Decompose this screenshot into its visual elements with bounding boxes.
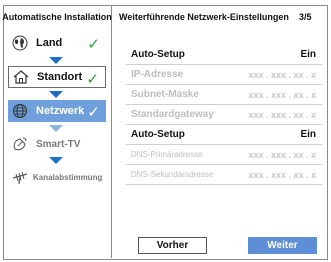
setting-value: Ein xyxy=(300,129,316,140)
back-button[interactable]: Vorher xyxy=(138,237,207,254)
house-icon xyxy=(12,68,30,86)
setting-dns-secondary[interactable]: DNS-Sekundäradresse xxx . xxx . xx . x xyxy=(126,165,322,185)
setting-default-gateway[interactable]: Standardgateway xxx . xxx . xx . x xyxy=(126,105,322,125)
setting-dns-auto-setup[interactable]: Auto-Setup Ein xyxy=(126,125,322,145)
setting-value: xxx . xxx . xx . x xyxy=(248,109,316,120)
sidebar-title: Automatische Installation xyxy=(2,12,112,22)
step-label: Kanalabstimmung xyxy=(33,172,103,182)
arrow-down-icon xyxy=(49,57,63,64)
globe-icon xyxy=(11,34,29,52)
setting-dns-primary[interactable]: DNS-Primäradresse xxx . xxx . xx . x xyxy=(126,145,322,165)
setting-label: IP-Adresse xyxy=(131,69,184,80)
setting-label: Auto-Setup xyxy=(131,49,185,60)
setting-auto-setup[interactable]: Auto-Setup Ein xyxy=(126,45,322,65)
setting-ip-address[interactable]: IP-Adresse xxx . xxx . xx . x xyxy=(126,65,322,85)
setting-label: DNS-Sekundäradresse xyxy=(131,170,214,179)
checkmark-icon: ✓ xyxy=(86,71,99,88)
next-button[interactable]: Weiter xyxy=(248,237,317,254)
step-label: Land xyxy=(36,37,63,49)
setting-value: xxx . xxx . xx . x xyxy=(248,149,316,160)
step-standort[interactable]: Standort ✓ xyxy=(8,66,106,88)
arrow-down-icon xyxy=(49,91,63,98)
setting-value: xxx . xxx . xx . x xyxy=(248,169,316,180)
network-globe-icon xyxy=(11,102,29,120)
step-kanalabstimmung[interactable]: Kanalabstimmung xyxy=(8,166,106,188)
antenna-icon xyxy=(11,168,29,186)
network-settings-list: Auto-Setup Ein IP-Adresse xxx . xxx . xx… xyxy=(126,45,322,185)
step-label: Netzwerk xyxy=(36,105,85,117)
checkmark-icon: ✓ xyxy=(87,36,100,53)
page-indicator: 3/5 xyxy=(299,12,312,22)
step-label: Standort xyxy=(37,71,83,83)
satellite-icon xyxy=(11,135,29,153)
page-title: Weiterführende Netzwerk-Einstellungen xyxy=(119,12,289,22)
setting-label: Subnet-Maske xyxy=(131,89,199,100)
arrow-down-icon xyxy=(49,157,63,164)
step-smart-tv[interactable]: Smart-TV xyxy=(8,133,106,155)
setting-value: xxx . xxx . xx . x xyxy=(248,89,316,100)
setting-label: Auto-Setup xyxy=(131,129,185,140)
setting-label: DNS-Primäradresse xyxy=(131,150,203,159)
step-netzwerk[interactable]: Netzwerk ✓ xyxy=(8,100,106,122)
setting-subnet-mask[interactable]: Subnet-Maske xxx . xxx . xx . x xyxy=(126,85,322,105)
checkmark-icon: ✓ xyxy=(87,104,100,121)
setting-label: Standardgateway xyxy=(131,109,214,120)
setting-value: Ein xyxy=(300,49,316,60)
step-label: Smart-TV xyxy=(36,138,81,150)
arrow-down-icon xyxy=(49,125,63,132)
setting-value: xxx . xxx . xx . x xyxy=(248,69,316,80)
step-land[interactable]: Land ✓ xyxy=(8,32,106,54)
installation-sidebar: Automatische Installation Land ✓ Standor… xyxy=(2,5,112,258)
